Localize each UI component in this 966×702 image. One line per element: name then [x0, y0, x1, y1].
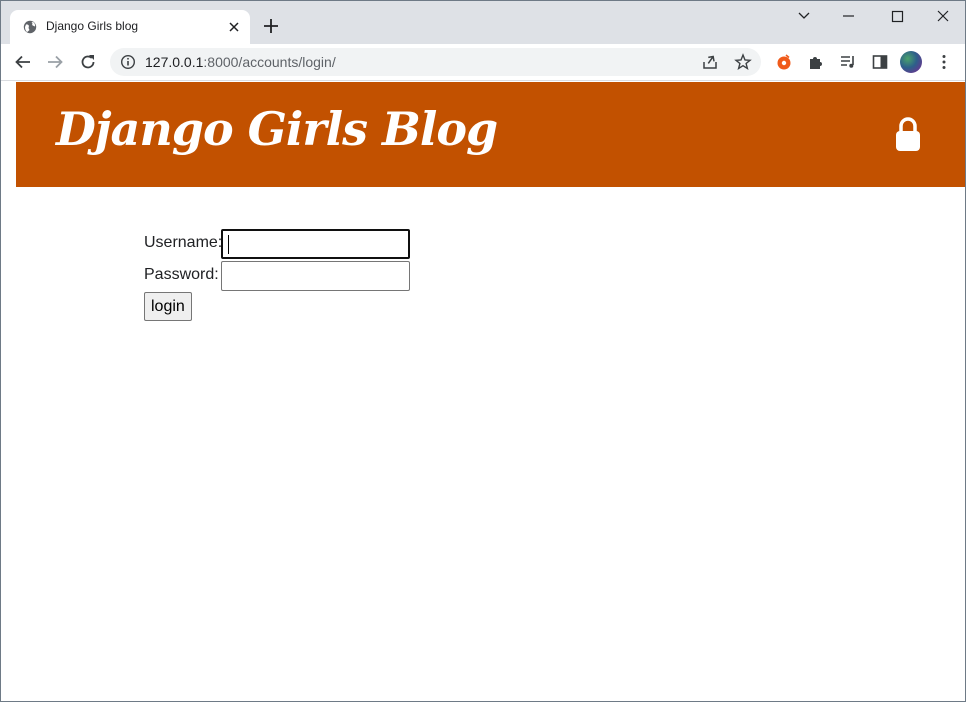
- address-bar[interactable]: 127.0.0.1:8000/accounts/login/: [110, 48, 761, 76]
- tab-django-girls[interactable]: Django Girls blog: [10, 10, 250, 44]
- extension-icon[interactable]: [775, 53, 793, 71]
- text-caret: [228, 235, 229, 254]
- close-icon[interactable]: [227, 20, 241, 34]
- username-label: Username:: [144, 234, 223, 251]
- password-input[interactable]: [221, 261, 410, 291]
- browser-toolbar: 127.0.0.1:8000/accounts/login/: [1, 44, 965, 81]
- username-input[interactable]: [221, 229, 410, 259]
- media-queue-icon[interactable]: [839, 53, 857, 71]
- password-label: Password:: [144, 266, 219, 283]
- tab-title: Django Girls blog: [46, 19, 139, 33]
- login-button[interactable]: login: [144, 292, 192, 321]
- window-close-icon[interactable]: [932, 7, 954, 25]
- browser-window: Django Girls blog 127.0.0.1:8000/account…: [0, 0, 966, 702]
- plus-icon[interactable]: [263, 18, 279, 34]
- forward-arrow-icon[interactable]: [46, 53, 64, 71]
- minimize-icon[interactable]: [837, 7, 859, 25]
- side-panel-icon[interactable]: [871, 53, 889, 71]
- chevron-down-icon[interactable]: [793, 7, 815, 25]
- avatar[interactable]: [900, 51, 922, 73]
- info-icon[interactable]: [120, 54, 136, 70]
- puzzle-icon[interactable]: [807, 53, 825, 71]
- page-content: Django Girls Blog Username: Password: lo…: [1, 82, 965, 701]
- page-header: Django Girls Blog: [16, 82, 965, 187]
- share-icon[interactable]: [701, 53, 719, 71]
- globe-icon: [23, 20, 37, 34]
- maximize-icon[interactable]: [886, 7, 908, 25]
- tab-strip: Django Girls blog: [1, 1, 965, 44]
- menu-dots-icon[interactable]: [935, 53, 953, 71]
- star-icon[interactable]: [734, 53, 752, 71]
- url-text: 127.0.0.1:8000/accounts/login/: [145, 54, 336, 70]
- back-arrow-icon[interactable]: [14, 53, 32, 71]
- reload-icon[interactable]: [79, 53, 97, 71]
- blog-title-link[interactable]: Django Girls Blog: [56, 102, 498, 156]
- lock-icon[interactable]: [894, 116, 922, 152]
